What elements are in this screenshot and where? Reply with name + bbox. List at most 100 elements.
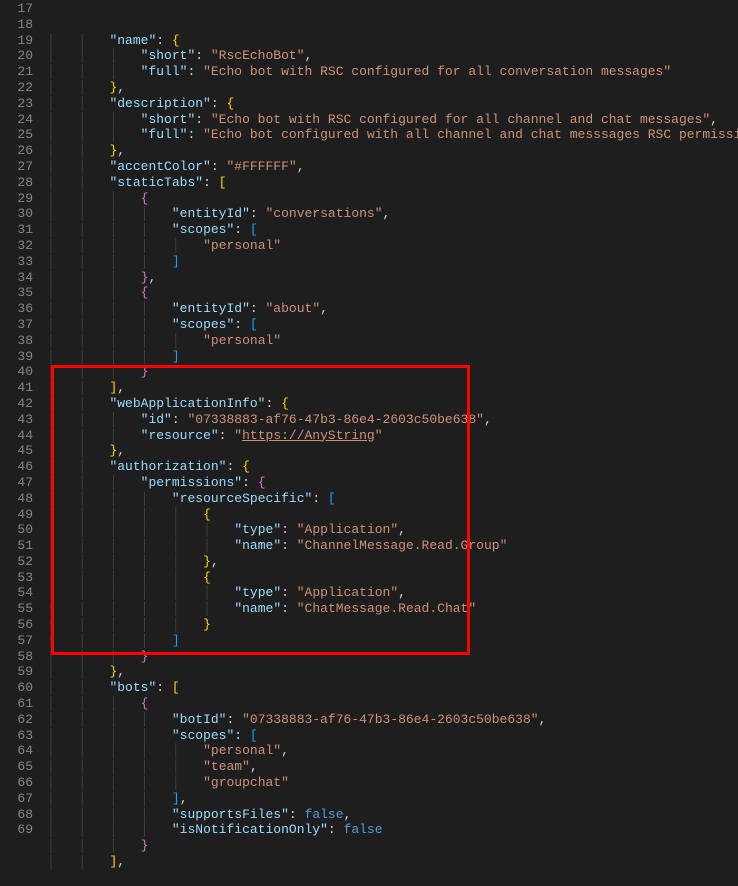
line-number: 48 [0, 491, 33, 507]
code-line[interactable]: │ │ │ │ ] [47, 349, 738, 365]
code-line[interactable]: │ │ │ { [47, 696, 738, 712]
line-number: 57 [0, 633, 33, 649]
line-number: 31 [0, 222, 33, 238]
line-number: 47 [0, 475, 33, 491]
line-number: 32 [0, 238, 33, 254]
line-number: 66 [0, 775, 33, 791]
line-number: 67 [0, 791, 33, 807]
line-number: 26 [0, 143, 33, 159]
code-line[interactable]: │ │ │ │ │ "personal", [47, 743, 738, 759]
code-line[interactable]: │ │ │ "short": "RscEchoBot", [47, 48, 738, 64]
code-line[interactable]: │ │ │ │ "resourceSpecific": [ [47, 491, 738, 507]
line-number: 56 [0, 617, 33, 633]
code-line[interactable]: │ │ │ │ ] [47, 254, 738, 270]
code-line[interactable]: │ │ "webApplicationInfo": { [47, 396, 738, 412]
code-editor-content[interactable]: │ │ "name": {│ │ │ "short": "RscEchoBot"… [47, 0, 738, 843]
line-number: 37 [0, 317, 33, 333]
line-number: 40 [0, 364, 33, 380]
line-number: 49 [0, 507, 33, 523]
code-line[interactable]: │ │ │ │ │ │ "type": "Application", [47, 522, 738, 538]
code-line[interactable]: │ │ │ "id": "07338883-af76-47b3-86e4-260… [47, 412, 738, 428]
line-number: 29 [0, 191, 33, 207]
code-line[interactable]: │ │ │ { [47, 191, 738, 207]
code-line[interactable]: │ │ │ │ "scopes": [ [47, 728, 738, 744]
code-line[interactable]: │ │ "name": { [47, 33, 738, 49]
code-line[interactable]: │ │ ], [47, 854, 738, 870]
line-number: 63 [0, 728, 33, 744]
line-number: 50 [0, 522, 33, 538]
line-number: 54 [0, 585, 33, 601]
line-number: 44 [0, 428, 33, 444]
line-number: 64 [0, 743, 33, 759]
code-line[interactable]: │ │ │ │ │ "personal" [47, 238, 738, 254]
line-number: 61 [0, 696, 33, 712]
code-line[interactable]: │ │ │ │ "isNotificationOnly": false [47, 822, 738, 838]
line-number: 58 [0, 649, 33, 665]
code-line[interactable]: │ │ │ "full": "Echo bot configured with … [47, 127, 738, 143]
code-line[interactable]: │ │ │ │ ] [47, 633, 738, 649]
line-number: 36 [0, 301, 33, 317]
line-number: 42 [0, 396, 33, 412]
code-line[interactable]: │ │ │ "short": "Echo bot with RSC config… [47, 112, 738, 128]
code-line[interactable]: │ │ ], [47, 380, 738, 396]
code-line[interactable]: │ │ │ │ │ │ "name": "ChannelMessage.Read… [47, 538, 738, 554]
code-line[interactable]: │ │ }, [47, 443, 738, 459]
code-line[interactable]: │ │ │ │ │ { [47, 570, 738, 586]
code-line[interactable]: │ │ │ │ │ │ "type": "Application", [47, 585, 738, 601]
line-number: 23 [0, 96, 33, 112]
line-number: 19 [0, 33, 33, 49]
line-number: 46 [0, 459, 33, 475]
code-line[interactable]: │ │ │ } [47, 649, 738, 665]
line-number: 69 [0, 822, 33, 838]
code-line[interactable]: │ │ │ │ "entityId": "conversations", [47, 206, 738, 222]
code-line[interactable]: │ │ "staticTabs": [ [47, 175, 738, 191]
line-number: 24 [0, 112, 33, 128]
code-line[interactable]: │ │ │ │ ], [47, 791, 738, 807]
line-number: 27 [0, 159, 33, 175]
code-line[interactable]: │ │ │ │ "entityId": "about", [47, 301, 738, 317]
line-number: 55 [0, 601, 33, 617]
line-number: 41 [0, 380, 33, 396]
code-line[interactable]: │ │ "accentColor": "#FFFFFF", [47, 159, 738, 175]
line-number: 65 [0, 759, 33, 775]
line-number: 60 [0, 680, 33, 696]
code-line[interactable]: │ │ }, [47, 664, 738, 680]
line-number: 38 [0, 333, 33, 349]
line-number: 33 [0, 254, 33, 270]
code-line[interactable]: │ │ "authorization": { [47, 459, 738, 475]
line-number: 30 [0, 206, 33, 222]
line-number: 22 [0, 80, 33, 96]
code-line[interactable]: │ │ │ } [47, 838, 738, 854]
line-number: 62 [0, 712, 33, 728]
line-number: 18 [0, 17, 33, 33]
code-line[interactable]: │ │ │ │ "supportsFiles": false, [47, 807, 738, 823]
code-line[interactable]: │ │ │ "full": "Echo bot with RSC configu… [47, 64, 738, 80]
line-number: 39 [0, 349, 33, 365]
code-line[interactable]: │ │ │ │ │ │ "name": "ChatMessage.Read.Ch… [47, 601, 738, 617]
code-line[interactable]: │ │ │ │ "scopes": [ [47, 317, 738, 333]
code-line[interactable]: │ │ │ "resource": "https://AnyString" [47, 428, 738, 444]
line-number: 68 [0, 807, 33, 823]
code-line[interactable]: │ │ │ │ │ } [47, 617, 738, 633]
code-line[interactable]: │ │ "description": { [47, 96, 738, 112]
code-line[interactable]: │ │ │ } [47, 364, 738, 380]
code-line[interactable]: │ │ │ │ │ "team", [47, 759, 738, 775]
code-line[interactable]: │ │ │ │ "botId": "07338883-af76-47b3-86e… [47, 712, 738, 728]
code-line[interactable]: │ │ │ │ │ { [47, 507, 738, 523]
code-line[interactable]: │ │ }, [47, 143, 738, 159]
code-line[interactable]: │ │ │ "permissions": { [47, 475, 738, 491]
line-number: 43 [0, 412, 33, 428]
code-line[interactable]: │ │ │ │ │ "groupchat" [47, 775, 738, 791]
line-number: 21 [0, 64, 33, 80]
line-number: 34 [0, 270, 33, 286]
line-number: 17 [0, 1, 33, 17]
line-number: 28 [0, 175, 33, 191]
code-line[interactable]: │ │ │ │ "scopes": [ [47, 222, 738, 238]
code-line[interactable]: │ │ │ { [47, 285, 738, 301]
code-line[interactable]: │ │ }, [47, 80, 738, 96]
code-line[interactable]: │ │ │ }, [47, 270, 738, 286]
line-number: 45 [0, 443, 33, 459]
code-line[interactable]: │ │ │ │ │ "personal" [47, 333, 738, 349]
code-line[interactable]: │ │ │ │ │ }, [47, 554, 738, 570]
code-line[interactable]: │ │ "bots": [ [47, 680, 738, 696]
